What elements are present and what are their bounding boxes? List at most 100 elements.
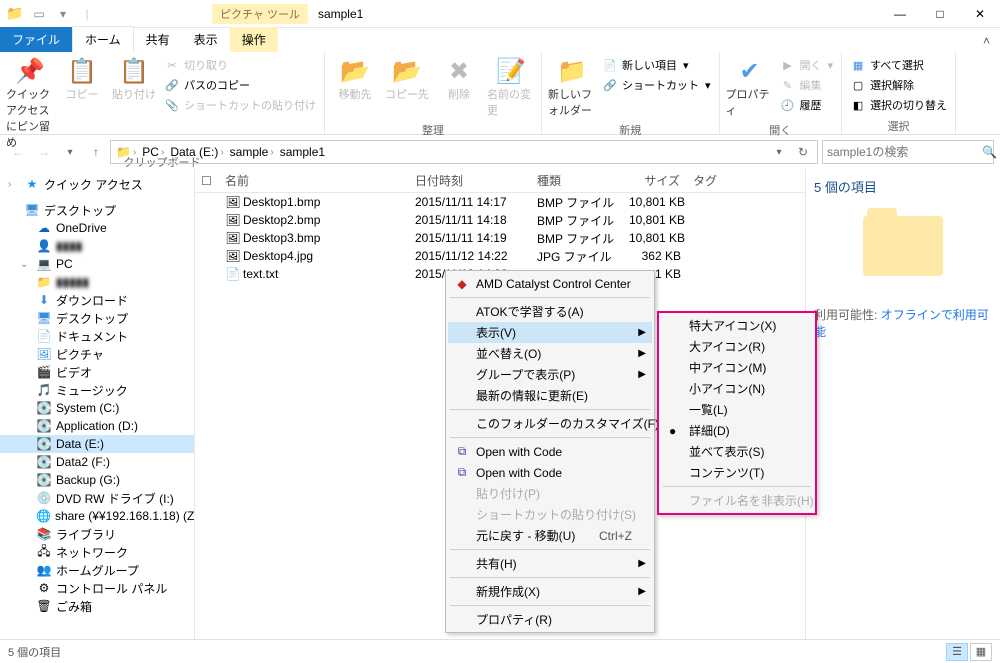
ctx-share[interactable]: 共有(H)▶ <box>448 553 652 574</box>
move-to-button[interactable]: 📂移動先 <box>329 54 381 104</box>
col-name[interactable]: 名前 <box>219 172 409 189</box>
qat-dropdown[interactable]: ▾ <box>52 3 74 25</box>
address-box[interactable]: 📁 › PC › Data (E:) › sample › sample1 ▾ … <box>110 140 818 164</box>
open-button[interactable]: ▶開く▾ <box>778 56 836 74</box>
ctx-sort[interactable]: 並べ替え(O)▶ <box>448 343 652 364</box>
copy-to-button[interactable]: 📂コピー先 <box>381 54 433 104</box>
ctx-atok[interactable]: ATOKで学習する(A) <box>448 301 652 322</box>
tree-backup-g[interactable]: 💽Backup (G:) <box>0 471 194 489</box>
copy-button[interactable]: 📋コピー <box>56 54 108 104</box>
ctx-amd[interactable]: ◆AMD Catalyst Control Center <box>448 273 652 294</box>
tree-homegroup[interactable]: 👥ホームグループ <box>0 561 194 579</box>
forward-button[interactable]: → <box>32 140 56 164</box>
tree-control-panel[interactable]: ⚙コントロール パネル <box>0 579 194 597</box>
history-button[interactable]: 🕘履歴 <box>778 96 836 114</box>
new-shortcut-button[interactable]: 🔗ショートカット▾ <box>600 76 713 94</box>
ctx-paste[interactable]: 貼り付け(P) <box>448 483 652 504</box>
tree-desktop[interactable]: 🖥デスクトップ <box>0 309 194 327</box>
tree-documents[interactable]: 📄ドキュメント <box>0 327 194 345</box>
tree-network[interactable]: 🖧ネットワーク <box>0 543 194 561</box>
view-medium[interactable]: 中アイコン(M) <box>661 357 813 378</box>
copy-path-button[interactable]: 🔗パスのコピー <box>162 76 318 94</box>
ctx-properties[interactable]: プロパティ(R) <box>448 609 652 630</box>
view-details-toggle[interactable]: ☰ <box>946 643 968 661</box>
tab-picture-tools[interactable]: 操作 <box>230 27 278 52</box>
col-date[interactable]: 日付時刻 <box>409 172 531 189</box>
tree-pictures[interactable]: 🖼ピクチャ <box>0 345 194 363</box>
file-row[interactable]: 🖼Desktop2.bmp2015/11/11 14:18BMP ファイル10,… <box>195 211 805 229</box>
tree-onedrive[interactable]: ☁OneDrive <box>0 219 194 237</box>
file-row[interactable]: 🖼Desktop3.bmp2015/11/11 14:19BMP ファイル10,… <box>195 229 805 247</box>
pin-quick-access-button[interactable]: 📌クイック アクセスにピン留め <box>4 54 56 152</box>
tree-videos[interactable]: 🎬ビデオ <box>0 363 194 381</box>
select-all-button[interactable]: ▦すべて選択 <box>848 56 949 74</box>
tree-share[interactable]: 🌐share (¥¥192.168.1.18) (Z:) <box>0 507 194 525</box>
crumb-drive[interactable]: Data (E:) › <box>167 145 226 159</box>
crumb-folder1[interactable]: sample › <box>227 145 277 159</box>
ctx-refresh[interactable]: 最新の情報に更新(E) <box>448 385 652 406</box>
tree-data2-f[interactable]: 💽Data2 (F:) <box>0 453 194 471</box>
crumb-folder2[interactable]: sample1 <box>277 145 328 159</box>
ctx-new[interactable]: 新規作成(X)▶ <box>448 581 652 602</box>
view-list[interactable]: 一覧(L) <box>661 399 813 420</box>
ctx-view[interactable]: 表示(V)▶ <box>448 322 652 343</box>
up-button[interactable]: ↑ <box>84 140 108 164</box>
tree-library[interactable]: 📚ライブラリ <box>0 525 194 543</box>
view-small[interactable]: 小アイコン(N) <box>661 378 813 399</box>
col-type[interactable]: 種類 <box>531 172 623 189</box>
tree-recycle[interactable]: 🗑ごみ箱 <box>0 597 194 615</box>
view-large[interactable]: 大アイコン(R) <box>661 336 813 357</box>
ctx-group[interactable]: グループで表示(P)▶ <box>448 364 652 385</box>
col-tag[interactable]: タグ <box>687 172 747 189</box>
refresh-button[interactable]: ↻ <box>791 140 815 164</box>
back-button[interactable]: ← <box>6 140 30 164</box>
tab-share[interactable]: 共有 <box>134 27 182 52</box>
view-content[interactable]: コンテンツ(T) <box>661 462 813 483</box>
col-checkbox[interactable]: ☐ <box>195 174 219 188</box>
crumb-pc-icon[interactable]: 📁 › <box>113 145 139 159</box>
rename-button[interactable]: 📝名前の変更 <box>485 54 537 120</box>
ctx-customize[interactable]: このフォルダーのカスタマイズ(F)... <box>448 413 652 434</box>
paste-button[interactable]: 📋貼り付け <box>108 54 160 104</box>
new-folder-button[interactable]: 📁新しいフォルダー <box>546 54 598 120</box>
minimize-button[interactable]: — <box>880 0 920 28</box>
app-icon[interactable]: 📁 <box>4 3 26 25</box>
maximize-button[interactable]: □ <box>920 0 960 28</box>
view-hide-filenames[interactable]: ファイル名を非表示(H) <box>661 490 813 511</box>
ctx-undo[interactable]: 元に戻す - 移動(U)Ctrl+Z <box>448 525 652 546</box>
select-none-button[interactable]: ▢選択解除 <box>848 76 949 94</box>
tab-view[interactable]: 表示 <box>182 27 230 52</box>
close-button[interactable]: ✕ <box>960 0 1000 28</box>
file-row[interactable]: 🖼Desktop4.jpg2015/11/12 14:22JPG ファイル362… <box>195 247 805 265</box>
qat-item[interactable]: ▭ <box>28 3 50 25</box>
tree-app-d[interactable]: 💽Application (D:) <box>0 417 194 435</box>
ctx-paste-shortcut[interactable]: ショートカットの貼り付け(S) <box>448 504 652 525</box>
cut-button[interactable]: ✂切り取り <box>162 56 318 74</box>
file-row[interactable]: 🖼Desktop1.bmp2015/11/11 14:17BMP ファイル10,… <box>195 193 805 211</box>
view-thumbnails-toggle[interactable]: ▦ <box>970 643 992 661</box>
new-item-button[interactable]: 📄新しい項目▾ <box>600 56 713 74</box>
view-tiles[interactable]: 並べて表示(S) <box>661 441 813 462</box>
tree-pc[interactable]: ⌄💻PC <box>0 255 194 273</box>
tree-data-e[interactable]: 💽Data (E:) <box>0 435 194 453</box>
search-icon[interactable]: 🔍 <box>982 145 997 159</box>
tab-file[interactable]: ファイル <box>0 27 72 52</box>
tree-user[interactable]: 👤▮▮▮▮ <box>0 237 194 255</box>
address-dropdown[interactable]: ▾ <box>767 140 791 164</box>
tree-quick-access[interactable]: ›★クイック アクセス <box>0 175 194 193</box>
col-size[interactable]: サイズ <box>623 172 687 189</box>
recent-locations-button[interactable]: ▾ <box>58 140 82 164</box>
view-details[interactable]: ●詳細(D) <box>661 420 813 441</box>
delete-button[interactable]: ✖削除 <box>433 54 485 104</box>
paste-shortcut-button[interactable]: 📎ショートカットの貼り付け <box>162 96 318 114</box>
tree-blur[interactable]: 📁▮▮▮▮▮ <box>0 273 194 291</box>
ctx-open-code2[interactable]: ⧉Open with Code <box>448 462 652 483</box>
tree-downloads[interactable]: ⬇ダウンロード <box>0 291 194 309</box>
edit-button[interactable]: ✎編集 <box>778 76 836 94</box>
tab-home[interactable]: ホーム <box>72 26 134 52</box>
ribbon-collapse-button[interactable]: ˄ <box>973 30 1000 52</box>
tree-dvd[interactable]: 💿DVD RW ドライブ (I:) <box>0 489 194 507</box>
ctx-open-code1[interactable]: ⧉Open with Code <box>448 441 652 462</box>
tree-desktop-root[interactable]: 🖥デスクトップ <box>0 201 194 219</box>
crumb-pc[interactable]: PC › <box>139 145 167 159</box>
